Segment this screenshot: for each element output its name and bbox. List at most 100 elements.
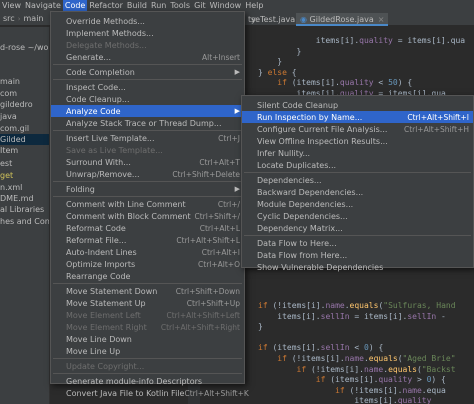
menu-item-save-as-live-template: Save as Live Template... [51,144,244,156]
tree-item-target[interactable]: get [0,170,13,181]
menu-item-silent-code-cleanup[interactable]: Silent Code Cleanup [242,99,473,111]
menu-separator [53,130,242,131]
menu-item-label: View Offline Inspection Results... [257,136,388,146]
menu-item-label: Data Flow from Here... [257,250,348,260]
menu-item-label: Delegate Methods... [66,40,147,50]
menu-item-comment-with-block-comment[interactable]: Comment with Block Comment Ctrl+Shift+/ [51,210,244,222]
shortcut-label: Ctrl+Shift+Down [175,286,240,296]
menu-item-run-inspection-by-name[interactable]: Run Inspection by Name... Ctrl+Alt+Shift+… [242,111,473,123]
shortcut-label: Ctrl+Shift+/ [194,211,241,221]
menu-item-data-flow-from-here[interactable]: Data Flow from Here... [242,249,473,261]
menu-item-label: Module Dependencies... [257,199,354,209]
comment-icon [54,200,63,208]
menu-separator [244,172,471,173]
menu-item-show-vulnerable-dependencies[interactable]: Show Vulnerable Dependencies [242,261,473,273]
menu-view[interactable]: View [0,0,23,12]
menu-item-cyclic-dependencies[interactable]: Cyclic Dependencies... [242,210,473,222]
close-icon[interactable]: × [378,15,385,24]
reformat-icon [54,224,63,232]
tree-item-com-gil[interactable]: com.gil [0,123,29,134]
menu-item-implement-methods[interactable]: Implement Methods... [51,27,244,39]
code-line: items[i].quality = items[i].qua [258,36,466,45]
tree-item-external-libraries[interactable]: al Libraries [0,204,44,215]
menu-item-label: Optimize Imports [66,259,136,269]
menu-item-analyze-stack-trace-or-thread-dump[interactable]: Analyze Stack Trace or Thread Dump... [51,117,244,129]
menu-item-label: Generate module-info Descriptors [66,376,203,386]
tree-item-item[interactable]: Item [0,145,18,156]
menu-item-infer-nullity[interactable]: Infer Nullity... [242,147,473,159]
menu-item-data-flow-to-here[interactable]: Data Flow to Here... [242,237,473,249]
tree-item-com[interactable]: com [0,88,17,99]
menu-item-view-offline-inspection-results[interactable]: View Offline Inspection Results... [242,135,473,147]
menu-item-configure-current-file-analysis[interactable]: Configure Current File Analysis... Ctrl+A… [242,123,473,135]
menu-item-move-statement-up[interactable]: Move Statement Up Ctrl+Shift+Up [51,297,244,309]
menu-item-analyze-code[interactable]: Analyze Code ▶ [51,105,244,117]
menu-item-label: Inspect Code... [66,82,126,92]
code-menu: Override Methods... Implement Methods... D… [50,11,249,398]
menu-item-label: Silent Code Cleanup [257,100,339,110]
menu-item-insert-live-template[interactable]: Insert Live Template... Ctrl+J [51,132,244,144]
menu-item-inspect-code[interactable]: Inspect Code... [51,81,244,93]
shortcut-label: Ctrl+Alt+Shift+H [403,124,469,134]
menu-item-move-line-down[interactable]: Move Line Down [51,333,244,345]
menu-item-locate-duplicates[interactable]: Locate Duplicates... [242,159,473,171]
tab-label: GildedRose.java [309,15,374,24]
breadcrumb-src[interactable]: src [0,14,18,23]
tree-item-readme[interactable]: DME.md [0,193,34,204]
code-line: items[i].sellIn = items[i].sellIn - [258,311,446,321]
menu-item-generate[interactable]: Generate... Alt+Insert [51,51,244,63]
shortcut-label: Ctrl+Shift+Delete [172,169,240,179]
menu-item-auto-indent-lines[interactable]: Auto-Indent Lines Ctrl+Alt+I [51,246,244,258]
menu-item-dependency-matrix[interactable]: Dependency Matrix... [242,222,473,234]
code-line: if (!items[i].name.equals("Sulfuras, Han… [258,301,456,310]
menu-item-rearrange-code[interactable]: Rearrange Code [51,270,244,282]
menu-item-unwrap-remove[interactable]: Unwrap/Remove... Ctrl+Shift+Delete [51,168,244,180]
tree-item-gildedro[interactable]: gildedro [0,99,33,110]
menu-separator [53,358,242,359]
menu-item-module-dependencies[interactable]: Module Dependencies... [242,198,473,210]
tab-gildedrose[interactable]: ◉ GildedRose.java × [296,13,389,26]
menu-item-dependencies[interactable]: Dependencies... [242,174,473,186]
menu-item-surround-with[interactable]: Surround With... Ctrl+Alt+T [51,156,244,168]
code-line: items[i].quality [258,396,432,404]
code-line: } [258,322,263,332]
menu-item-generate-module-info-descriptors[interactable]: Generate module-info Descriptors [51,375,244,387]
menu-item-label: Cyclic Dependencies... [257,211,348,221]
menu-item-move-statement-down[interactable]: Move Statement Down Ctrl+Shift+Down [51,285,244,297]
menu-item-override-methods[interactable]: Override Methods... [51,15,244,27]
menu-item-code-cleanup[interactable]: Code Cleanup... [51,93,244,105]
tree-item-java[interactable]: java [0,111,17,122]
tree-item-scratches[interactable]: hes and Consol [0,216,49,227]
menu-item-reformat-file[interactable]: Reformat File... Ctrl+Alt+Shift+L [51,234,244,246]
menu-help[interactable]: Help [243,0,265,12]
menu-item-label: Move Statement Down [66,286,158,296]
tab-gildedrosetest[interactable]: seTest.java [247,13,299,26]
menu-separator [53,64,242,65]
tree-item-main[interactable]: main [0,76,20,87]
menu-item-label: Convert Java File to Kotlin File [66,388,185,398]
menu-item-folding[interactable]: Folding ▶ [51,183,244,195]
project-panel: d-rose ~/wor main com gildedro java com.… [0,27,50,404]
menu-item-reformat-code[interactable]: Reformat Code Ctrl+Alt+L [51,222,244,234]
tree-item-gilded[interactable]: Gilded [0,134,49,145]
tab-label: seTest.java [251,15,296,24]
breadcrumb-main[interactable]: main [21,14,47,23]
menu-item-optimize-imports[interactable]: Optimize Imports Ctrl+Alt+O [51,258,244,270]
shortcut-label: Ctrl+Alt+O [198,259,240,269]
tree-item-pom[interactable]: n.xml [0,182,22,193]
menu-item-comment-with-line-comment[interactable]: Comment with Line Comment Ctrl+/ [51,198,244,210]
tree-item-test[interactable]: est [0,158,12,169]
menu-item-label: Dependency Matrix... [257,223,343,233]
menu-item-backward-dependencies[interactable]: Backward Dependencies... [242,186,473,198]
code-line: if (items[i].sellIn < 0) { [258,343,384,353]
menu-separator [53,283,242,284]
menu-item-move-line-up[interactable]: Move Line Up [51,345,244,357]
menu-item-label: Analyze Code [66,106,121,116]
menu-separator [53,181,242,182]
menu-item-code-completion[interactable]: Code Completion ▶ [51,66,244,78]
shortcut-label: Ctrl+Alt+Shift+Left [166,310,240,320]
shortcut-label: Alt+Insert [202,52,240,62]
tree-item-project-root[interactable]: d-rose ~/wor [0,42,49,53]
menu-item-update-copyright: Update Copyright... [51,360,244,372]
menu-item-convert-java-file-to-kotlin-file[interactable]: Convert Java File to Kotlin File Ctrl+Alt… [51,387,249,399]
